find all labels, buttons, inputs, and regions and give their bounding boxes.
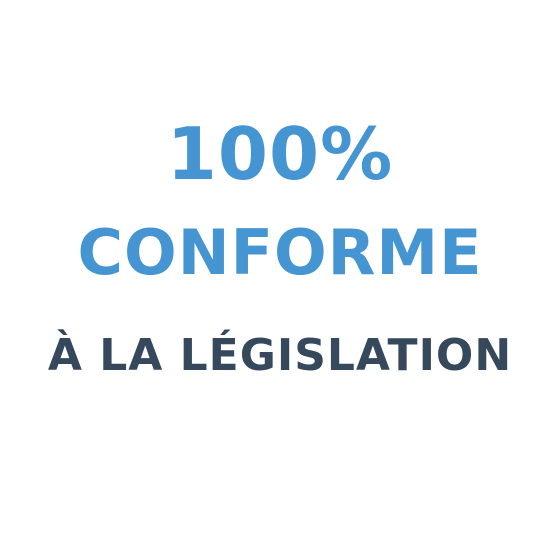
headline-conforme: CONFORME	[77, 216, 483, 289]
badge-canvas: 100% CONFORME À LA LÉGISLATION	[0, 0, 560, 560]
headline-legislation: À LA LÉGISLATION	[47, 330, 513, 381]
headline-percentage: 100%	[166, 112, 394, 196]
